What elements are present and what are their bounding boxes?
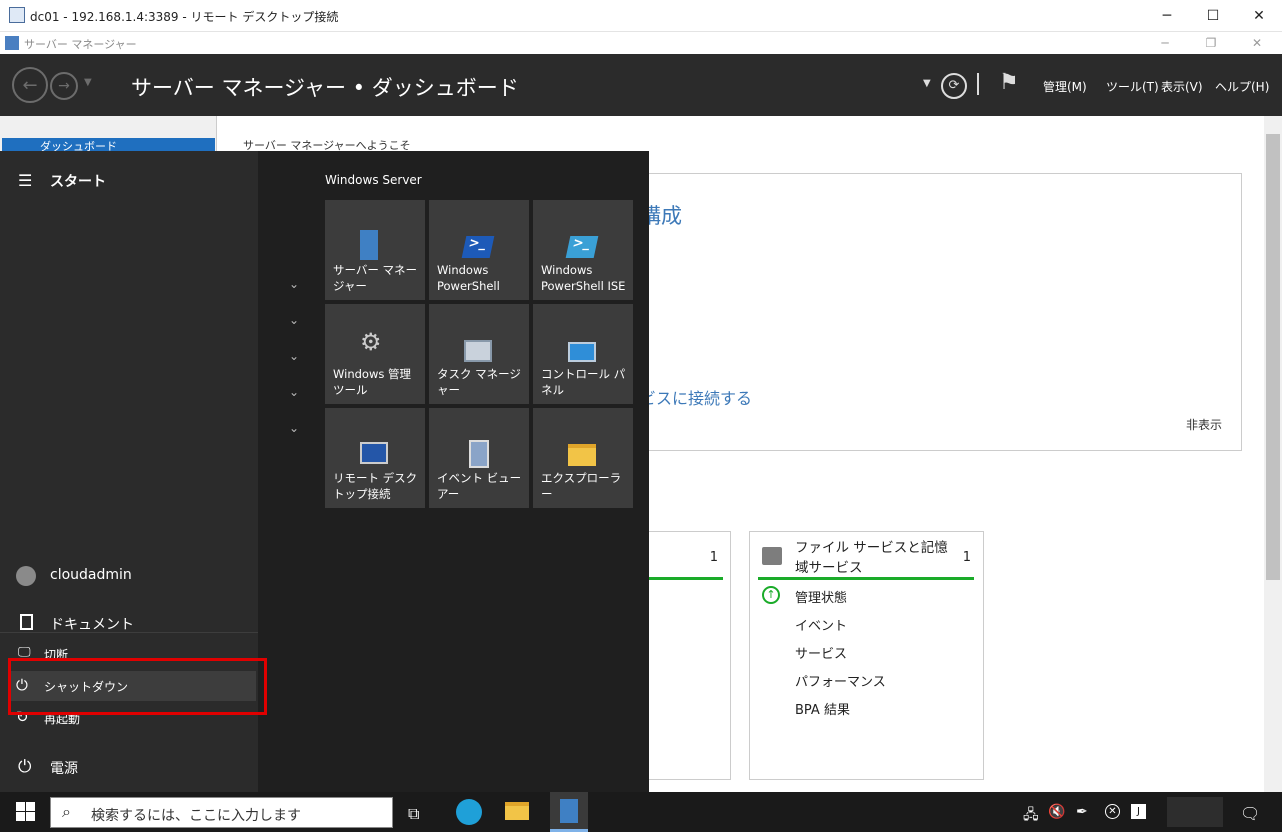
history-dropdown-icon[interactable]: ▼ [84,77,92,88]
refresh-dropdown-icon[interactable]: ▼ [923,78,931,89]
control-panel-icon [568,342,596,362]
tile-remote-desktop[interactable]: リモート デスクトップ接続 [325,408,425,508]
tile-label: タスク マネージャー [437,367,521,397]
sm-close-button[interactable]: ✕ [1234,32,1280,54]
tile-control-panel[interactable]: コントロール パネル [533,304,633,404]
edge-icon[interactable] [456,799,482,825]
chevron-down-icon[interactable]: ⌄ [289,385,299,399]
user-account-item[interactable]: cloudadmin [50,567,132,583]
search-placeholder: 検索するには、ここに入力します [91,808,301,824]
chevron-down-icon[interactable]: ⌄ [289,421,299,435]
tile-label: Windows PowerShell [437,263,500,293]
tile-server-manager[interactable]: サーバー マネージャー [325,200,425,300]
tile-explorer[interactable]: エクスプローラー [533,408,633,508]
tile-label: Windows 管理ツール [333,367,411,397]
tile-powershell-ise[interactable]: >_ Windows PowerShell ISE [533,200,633,300]
breadcrumb: サーバー マネージャー • ダッシュボード [131,76,519,100]
task-view-icon[interactable]: ⧉ [408,804,419,824]
notifications-flag-icon[interactable]: ⚑ [999,70,1019,95]
chevron-down-icon[interactable]: ⌄ [289,313,299,327]
sm-restore-button[interactable]: ❐ [1188,32,1234,54]
user-avatar-icon [16,566,36,586]
tile-label: Windows PowerShell ISE [541,263,626,293]
hide-link[interactable]: 非表示 [1186,416,1222,433]
tile-item-bpa[interactable]: BPA 結果 [795,699,850,718]
tile-label: サーバー マネージャー [333,263,418,293]
sm-minimize-button[interactable]: ─ [1142,32,1188,54]
server-manager-icon [360,230,378,260]
forward-arrow-icon[interactable]: → [50,72,78,100]
quick-start-panel [632,173,1242,451]
event-viewer-icon [469,440,489,468]
tile-item-services[interactable]: サービス [795,643,847,662]
connect-cloud-link[interactable]: ビスに接続する [640,385,752,409]
tile-title[interactable]: ファイル サービスと記憶域サービス [795,538,960,578]
highlight-box [8,658,267,715]
file-explorer-icon[interactable] [505,802,529,820]
volume-muted-icon[interactable]: 🔇 [1048,804,1065,820]
role-tile-file-services[interactable]: ファイル サービスと記憶域サービス 1 ↑ 管理状態 イベント サービス パフォ… [749,531,984,780]
powershell-ise-icon: >_ [565,236,599,258]
documents-item[interactable]: ドキュメント [50,614,134,634]
power-item[interactable]: 電源 [50,758,78,778]
scrollbar-thumb[interactable] [1266,134,1280,580]
rdp-minimize-button[interactable]: ─ [1144,0,1190,32]
explorer-icon [568,444,596,466]
rdp-close-button[interactable]: ✕ [1236,0,1282,32]
tile-powershell[interactable]: >_ Windows PowerShell [429,200,529,300]
tile-label: エクスプローラー [541,471,622,501]
menu-view[interactable]: 表示(V) [1161,78,1203,95]
tile-label: リモート デスクトップ接続 [333,471,418,501]
rdp-maximize-button[interactable]: ☐ [1190,0,1236,32]
windows-start-icon[interactable] [16,802,36,822]
folder-icon [762,547,782,565]
hamburger-menu-icon[interactable]: ☰ [18,171,32,190]
status-line [758,577,974,580]
search-icon: ⌕ [62,802,71,821]
tile-count: 1 [709,550,718,565]
close-circle-icon[interactable]: ✕ [1105,804,1120,819]
remote-desktop-icon [360,442,388,464]
menu-help[interactable]: ヘルプ(H) [1215,78,1269,95]
tile-label: コントロール パネル [541,367,626,397]
rdp-window-title: dc01 - 192.168.1.4:3389 - リモート デスクトップ接続 [30,10,339,24]
input-method-icon[interactable]: J [1131,804,1146,819]
tile-label: イベント ビューアー [437,471,522,501]
sm-window-title: サーバー マネージャー [24,38,137,51]
pen-icon[interactable]: ✒ [1076,804,1088,820]
rdp-title-bar: dc01 - 192.168.1.4:3389 - リモート デスクトップ接続 … [0,0,1282,32]
tile-item-manageability[interactable]: 管理状態 [795,587,847,606]
task-manager-icon [464,340,492,362]
network-icon[interactable]: 🖧 [1023,804,1039,828]
power-icon: ⏻ [18,757,32,777]
sm-header: ← → ▼ サーバー マネージャー • ダッシュボード ▼ ⟳ ⚑ 管理(M) … [0,54,1282,116]
sidebar-item-dashboard[interactable]: ダッシュボード [2,138,215,152]
tile-admin-tools[interactable]: ⚙ Windows 管理ツール [325,304,425,404]
taskbar-search-box[interactable]: ⌕ 検索するには、ここに入力します [50,797,393,828]
menu-manage[interactable]: 管理(M) [1043,78,1087,95]
start-title: スタート [50,174,106,190]
sm-title-bar: サーバー マネージャー ─ ❐ ✕ [0,32,1282,54]
tile-task-manager[interactable]: タスク マネージャー [429,304,529,404]
separator [977,73,979,95]
tile-item-performance[interactable]: パフォーマンス [795,671,886,690]
server-manager-app-icon [5,36,19,50]
server-manager-taskbar-icon[interactable] [550,792,588,832]
menu-tools[interactable]: ツール(T) [1106,78,1159,95]
rdp-app-icon [9,7,25,23]
document-icon [20,614,33,630]
powershell-icon: >_ [461,236,495,258]
chevron-down-icon[interactable]: ⌄ [289,349,299,363]
clock-redacted[interactable] [1167,797,1223,827]
back-arrow-icon[interactable]: ← [12,67,48,103]
tile-item-events[interactable]: イベント [795,615,847,634]
tile-count: 1 [962,550,971,565]
up-arrow-status-icon: ↑ [762,586,780,604]
tile-event-viewer[interactable]: イベント ビューアー [429,408,529,508]
tile-group-title: Windows Server [325,173,422,187]
refresh-icon[interactable]: ⟳ [941,73,967,99]
chevron-down-icon[interactable]: ⌄ [289,277,299,291]
admin-tools-icon: ⚙ [360,328,382,356]
notification-center-icon[interactable]: 🗨 [1240,804,1260,823]
